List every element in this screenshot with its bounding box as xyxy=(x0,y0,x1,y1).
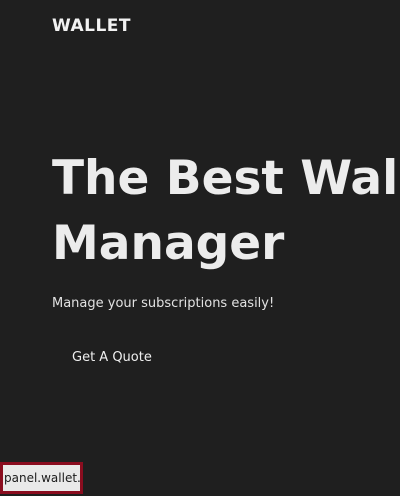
landing-page: WALLET The Best Wall Manager Manage your… xyxy=(0,0,400,496)
hero-title-line-1: The Best Wall xyxy=(52,151,400,206)
get-a-quote-button[interactable]: Get A Quote xyxy=(72,350,152,365)
brand-logo[interactable]: WALLET xyxy=(52,16,131,36)
hero-title-line-2: Manager xyxy=(52,216,285,271)
hero-subtitle: Manage your subscriptions easily! xyxy=(52,296,275,311)
status-bar-url: panel.wallet.dl xyxy=(0,462,83,494)
hero-title: The Best Wall Manager xyxy=(52,146,400,276)
